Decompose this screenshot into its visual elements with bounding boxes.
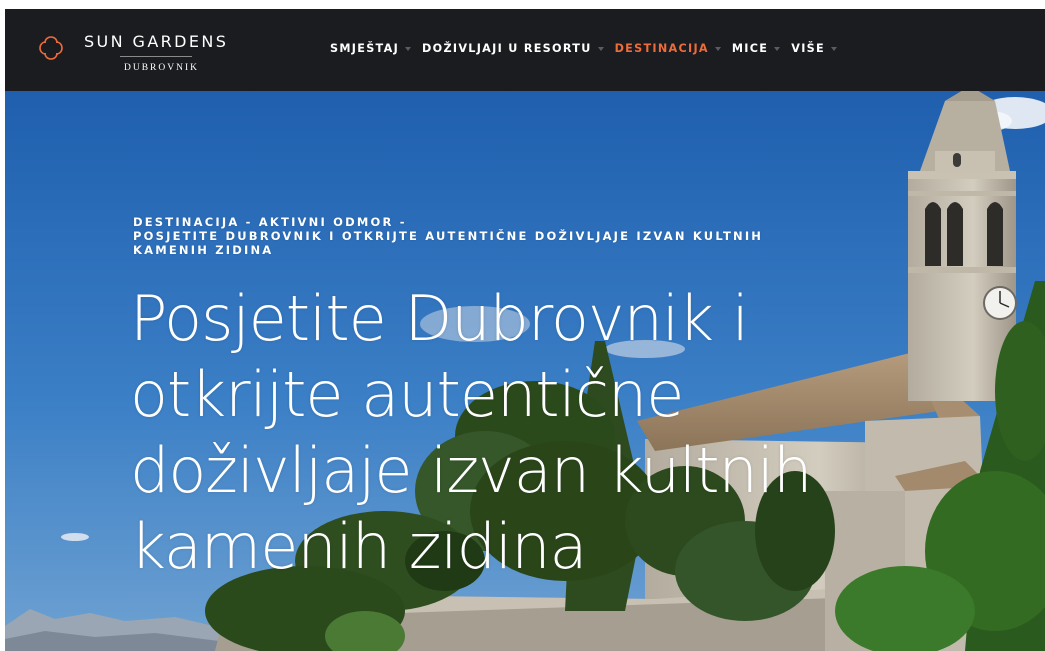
brand-logo[interactable]: SUN GARDENS DUBROVNIK	[32, 23, 252, 83]
nav-item-mice[interactable]: MICE	[731, 41, 781, 55]
nav-item-vise[interactable]: VIŠE	[791, 42, 837, 55]
nav-item-dozivljaji-u-resortu[interactable]: DOŽIVLJAJI U RESORTU	[422, 42, 604, 55]
page-title: Posjetite Dubrovnik i otkrijte autentičn…	[130, 281, 850, 585]
nav-item-label: MICE	[731, 41, 769, 55]
nav-item-destinacija[interactable]: DESTINACIJA	[615, 42, 721, 55]
main-nav: SMJEŠTAJ DOŽIVLJAJI U RESORTU DESTINACIJ…	[330, 40, 848, 56]
breadcrumb-line: KAMENIH ZIDINA	[133, 243, 274, 257]
flower-logo-icon	[39, 36, 63, 60]
nav-item-label: DESTINACIJA	[614, 41, 709, 55]
nav-item-label: DOŽIVLJAJI U RESORTU	[422, 41, 592, 55]
breadcrumb: DESTINACIJA - AKTIVNI ODMOR - POSJETITE …	[133, 215, 893, 257]
chevron-down-icon	[597, 46, 604, 51]
chevron-down-icon	[714, 46, 721, 51]
breadcrumb-line: POSJETITE DUBROVNIK I OTKRIJTE AUTENTIČN…	[133, 229, 764, 243]
brand-location: DUBROVNIK	[124, 63, 199, 73]
breadcrumb-line[interactable]: DESTINACIJA - AKTIVNI ODMOR -	[133, 215, 893, 229]
page-title-line: doživljaje izvan kultnih	[130, 434, 812, 507]
nav-item-smjestaj[interactable]: SMJEŠTAJ	[330, 41, 412, 55]
site-header: SUN GARDENS DUBROVNIK SMJEŠTAJ DOŽIVLJAJ…	[5, 9, 1045, 91]
chevron-down-icon	[774, 46, 781, 51]
brand-name: SUN GARDENS	[84, 32, 229, 51]
chevron-down-icon	[405, 46, 412, 51]
page-title-line: otkrijte autentične	[130, 358, 684, 431]
nav-item-label: VIŠE	[791, 41, 825, 55]
brand-divider	[120, 56, 192, 57]
nav-item-label: SMJEŠTAJ	[330, 41, 400, 55]
page-title-line: kamenih zidina	[130, 510, 588, 583]
hero-section: DESTINACIJA - AKTIVNI ODMOR - POSJETITE …	[5, 91, 1045, 651]
chevron-down-icon	[830, 46, 837, 51]
page-title-line: Posjetite Dubrovnik i	[130, 282, 749, 355]
page-frame: SUN GARDENS DUBROVNIK SMJEŠTAJ DOŽIVLJAJ…	[5, 9, 1045, 651]
